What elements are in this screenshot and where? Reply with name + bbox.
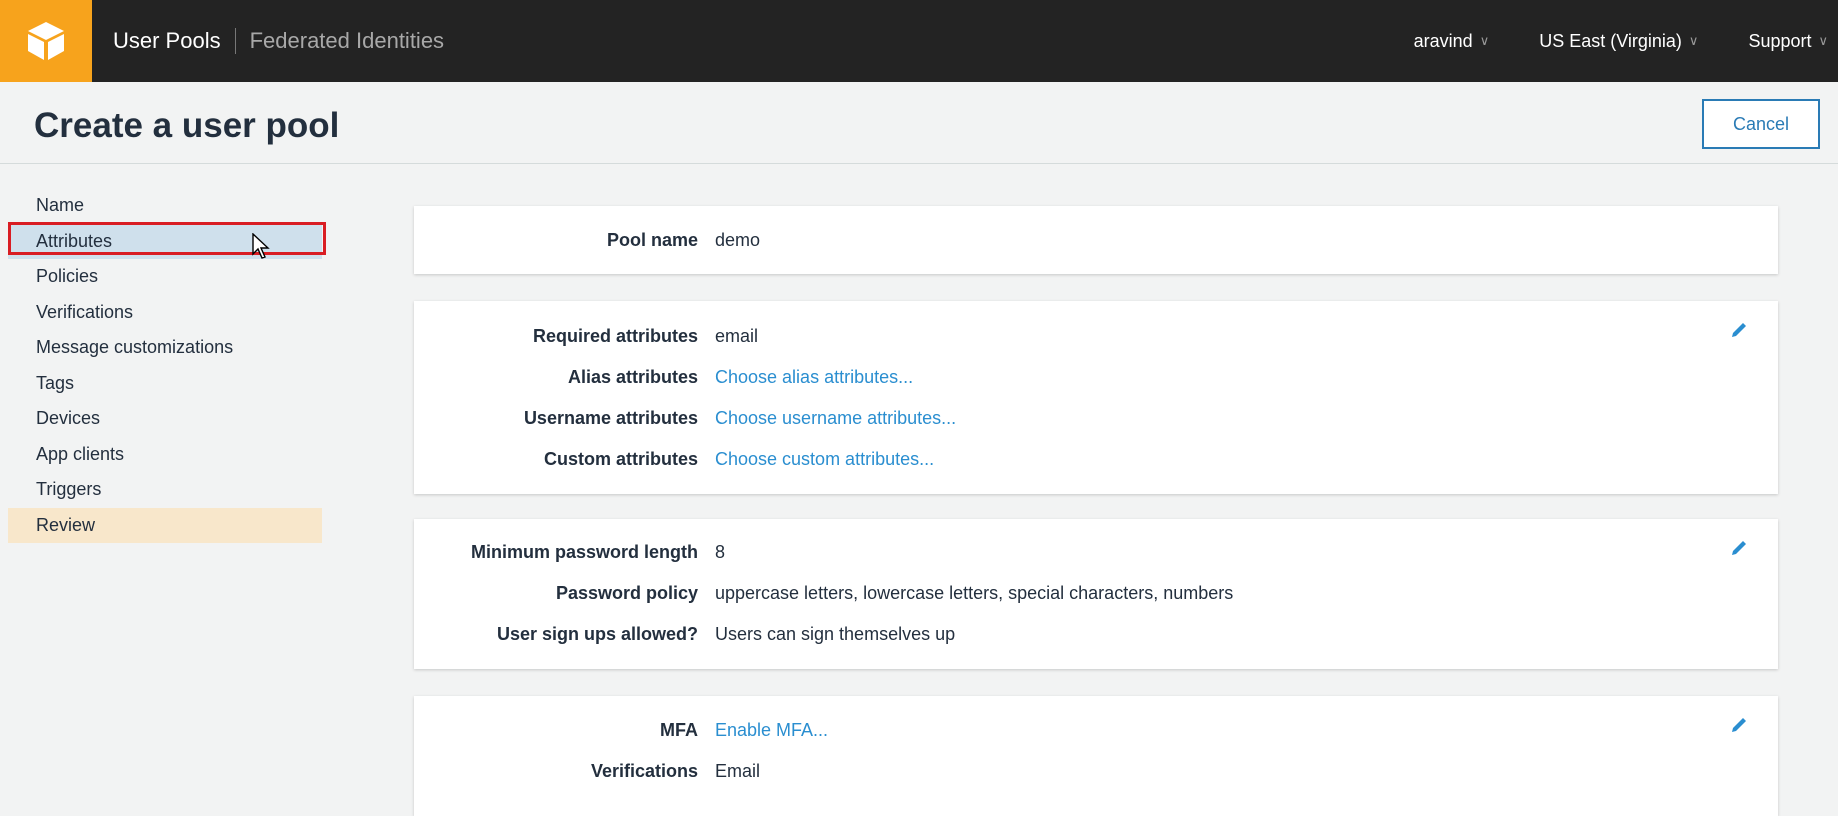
user-sign-ups-row: User sign ups allowed? Users can sign th… [414, 624, 955, 645]
choose-custom-attributes-link[interactable]: Choose custom attributes... [715, 449, 934, 470]
chevron-down-icon: ∨ [1479, 33, 1490, 48]
minimum-password-length-label: Minimum password length [470, 542, 698, 562]
region-name: US East (Virginia) [1539, 30, 1682, 51]
required-attributes-label: Required attributes [532, 326, 698, 346]
pool-name-label: Pool name [606, 230, 698, 250]
user-sign-ups-label: User sign ups allowed? [496, 624, 698, 644]
password-policy-value: uppercase letters, lowercase letters, sp… [715, 583, 1234, 603]
verifications-value: Email [715, 761, 761, 781]
enable-mfa-link[interactable]: Enable MFA... [715, 720, 828, 741]
password-policy-label: Password policy [555, 583, 698, 603]
aws-cube-icon[interactable] [0, 0, 92, 82]
top-navigation-bar: User Pools Federated Identities aravind … [0, 0, 1838, 82]
pool-name-value: demo [715, 230, 761, 250]
attributes-card: Required attributes email Alias attribut… [414, 301, 1778, 494]
pencil-edit-icon[interactable] [1730, 321, 1748, 339]
chevron-down-icon: ∨ [1818, 33, 1828, 48]
mouse-cursor-icon [252, 233, 270, 259]
sidebar-item-verifications[interactable]: Verifications [0, 295, 322, 331]
sidebar-item-review[interactable]: Review [8, 507, 322, 543]
support-menu[interactable]: Support ∨ [1748, 31, 1828, 52]
sidebar-item-triggers[interactable]: Triggers [0, 472, 322, 508]
password-policy-row: Password policy uppercase letters, lower… [414, 583, 1233, 604]
username-attributes-row: Username attributes Choose username attr… [414, 408, 956, 429]
choose-alias-attributes-link[interactable]: Choose alias attributes... [715, 367, 913, 388]
tab-user-pools[interactable]: User Pools [113, 28, 221, 54]
region-menu[interactable]: US East (Virginia) ∨ [1539, 31, 1698, 52]
pencil-edit-icon[interactable] [1730, 716, 1748, 734]
verifications-label: Verifications [590, 761, 698, 781]
policies-card: Minimum password length 8 Password polic… [414, 519, 1778, 669]
user-menu[interactable]: aravind ∨ [1414, 31, 1490, 52]
tab-divider [234, 28, 236, 54]
custom-attributes-row: Custom attributes Choose custom attribut… [414, 449, 934, 470]
page-header: Create a user pool Cancel [0, 82, 1838, 164]
sidebar-item-devices[interactable]: Devices [0, 401, 322, 437]
required-attributes-value: email [715, 326, 759, 346]
minimum-password-length-value: 8 [715, 542, 726, 562]
pool-name-card: Pool name demo [414, 206, 1778, 274]
sidebar-item-tags[interactable]: Tags [0, 366, 322, 402]
pool-name-row: Pool name demo [414, 230, 760, 251]
custom-attributes-label: Custom attributes [543, 449, 698, 469]
alias-attributes-label: Alias attributes [567, 367, 698, 387]
wizard-steps-sidebar: Name Attributes Policies Verifications M… [0, 188, 322, 543]
required-attributes-row: Required attributes email [414, 326, 758, 347]
username-attributes-label: Username attributes [523, 408, 698, 428]
sidebar-item-policies[interactable]: Policies [0, 259, 322, 295]
chevron-down-icon: ∨ [1688, 33, 1699, 48]
support-label: Support [1748, 30, 1812, 51]
user-sign-ups-value: Users can sign themselves up [715, 624, 956, 644]
verifications-row: Verifications Email [414, 761, 760, 782]
choose-username-attributes-link[interactable]: Choose username attributes... [715, 408, 956, 429]
mfa-label: MFA [660, 720, 698, 740]
sidebar-item-message-customizations[interactable]: Message customizations [0, 330, 322, 366]
user-name: aravind [1413, 30, 1473, 51]
mfa-row: MFA Enable MFA... [414, 720, 828, 741]
sidebar-item-app-clients[interactable]: App clients [0, 437, 322, 473]
pencil-edit-icon[interactable] [1730, 539, 1748, 557]
page-title: Create a user pool [34, 106, 340, 145]
sidebar-item-name[interactable]: Name [0, 188, 322, 224]
tab-federated-identities[interactable]: Federated Identities [250, 28, 444, 54]
sidebar-item-attributes[interactable]: Attributes [8, 223, 322, 259]
mfa-verifications-card: MFA Enable MFA... Verifications Email [414, 696, 1778, 816]
minimum-password-length-row: Minimum password length 8 [414, 542, 725, 563]
cancel-button[interactable]: Cancel [1702, 99, 1820, 149]
alias-attributes-row: Alias attributes Choose alias attributes… [414, 367, 913, 388]
